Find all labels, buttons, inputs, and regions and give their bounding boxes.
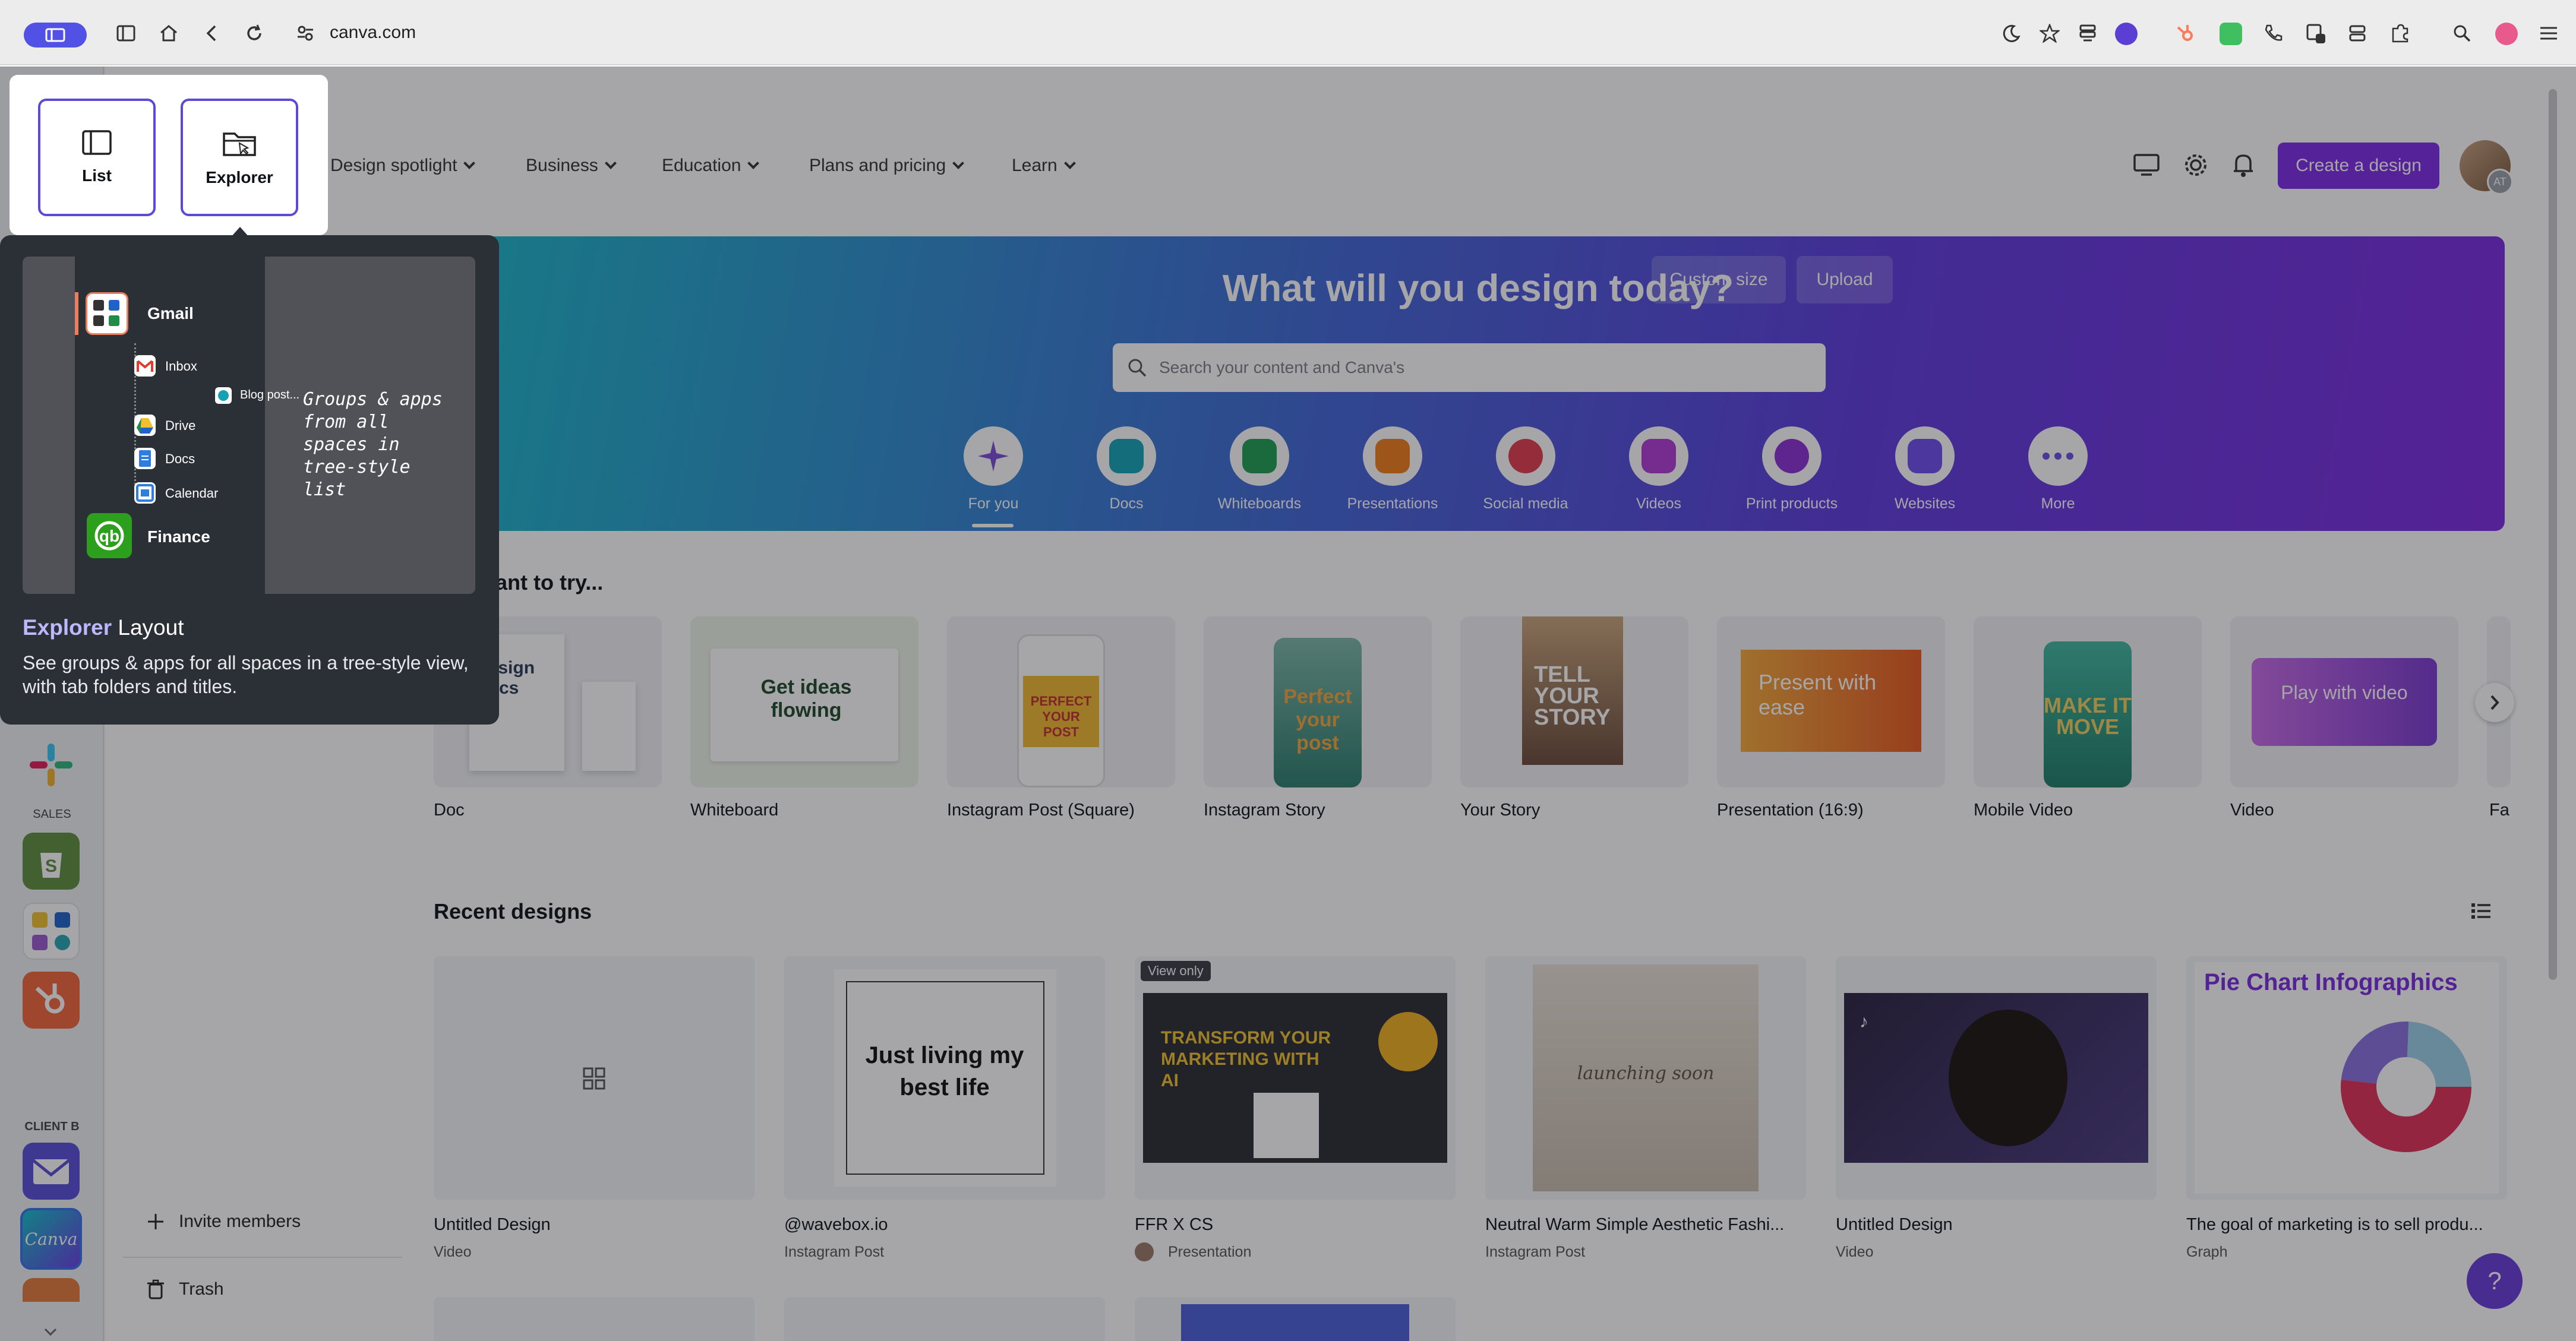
tree-item-label: Calendar bbox=[165, 486, 219, 501]
k-extension-icon[interactable] bbox=[2220, 23, 2242, 45]
blog-post-icon bbox=[215, 387, 232, 404]
tree-item-label: Drive bbox=[165, 418, 196, 433]
quickbooks-icon: qb bbox=[87, 513, 132, 558]
tree-item-label: Blog post... bbox=[240, 388, 300, 401]
docs-icon bbox=[134, 448, 156, 469]
explorer-tooltip-title: Explorer Layout bbox=[23, 615, 184, 640]
list-layout-icon bbox=[82, 130, 112, 155]
explorer-layout-tooltip: Gmail Inbox Blog post... Drive Docs Cale… bbox=[0, 235, 499, 725]
search-icon[interactable] bbox=[2450, 21, 2474, 45]
group-folder-icon bbox=[86, 292, 128, 335]
explorer-layout-option[interactable]: Explorer bbox=[181, 99, 298, 216]
browser-toolbar: canva.com bbox=[0, 0, 2576, 65]
menu-icon[interactable] bbox=[2537, 21, 2561, 45]
explorer-title-bold: Explorer bbox=[23, 615, 112, 640]
folder-icon bbox=[223, 132, 256, 156]
home-icon[interactable] bbox=[157, 21, 181, 45]
tree-pane: Gmail Inbox Blog post... Drive Docs Cale… bbox=[75, 257, 299, 594]
gmail-icon bbox=[134, 355, 156, 377]
tree-group-label: Gmail bbox=[147, 304, 194, 322]
tab-counter-icon[interactable] bbox=[2304, 21, 2328, 45]
svg-text:qb: qb bbox=[99, 527, 119, 545]
back-icon[interactable] bbox=[200, 21, 223, 45]
storage-icon[interactable] bbox=[2345, 21, 2369, 45]
site-settings-icon[interactable] bbox=[293, 21, 317, 45]
reading-list-icon[interactable] bbox=[2076, 21, 2100, 45]
drive-icon bbox=[134, 415, 156, 436]
bookmark-star-icon[interactable] bbox=[2038, 21, 2062, 45]
phone-extension-icon[interactable] bbox=[2261, 21, 2285, 45]
explorer-tooltip-description: See groups & apps for all spaces in a tr… bbox=[23, 652, 469, 697]
hubspot-extension-icon[interactable] bbox=[2174, 23, 2197, 45]
tree-item-label: Inbox bbox=[165, 359, 197, 374]
layout-picker: List Explorer bbox=[10, 75, 328, 235]
tree-item-label: Docs bbox=[165, 451, 195, 466]
calendar-icon bbox=[134, 482, 156, 504]
list-option-label: List bbox=[82, 166, 112, 185]
dark-mode-icon[interactable] bbox=[2000, 21, 2023, 45]
reload-icon[interactable] bbox=[242, 21, 266, 45]
extension-icon[interactable] bbox=[2115, 23, 2138, 45]
tree-group-label: Finance bbox=[147, 527, 210, 546]
explorer-option-label: Explorer bbox=[206, 168, 273, 186]
explorer-title-rest: Layout bbox=[112, 615, 184, 640]
address-bar[interactable]: canva.com bbox=[330, 23, 416, 43]
sidebar-toggle-icon[interactable] bbox=[24, 23, 87, 48]
puzzle-icon[interactable] bbox=[2388, 21, 2412, 45]
list-layout-option[interactable]: List bbox=[38, 99, 156, 216]
explorer-note: Groups & apps from all spaces in tree-st… bbox=[303, 389, 443, 500]
profile-icon[interactable] bbox=[2495, 23, 2518, 45]
explorer-preview: Gmail Inbox Blog post... Drive Docs Cale… bbox=[23, 257, 475, 594]
panel-icon[interactable] bbox=[114, 21, 138, 45]
